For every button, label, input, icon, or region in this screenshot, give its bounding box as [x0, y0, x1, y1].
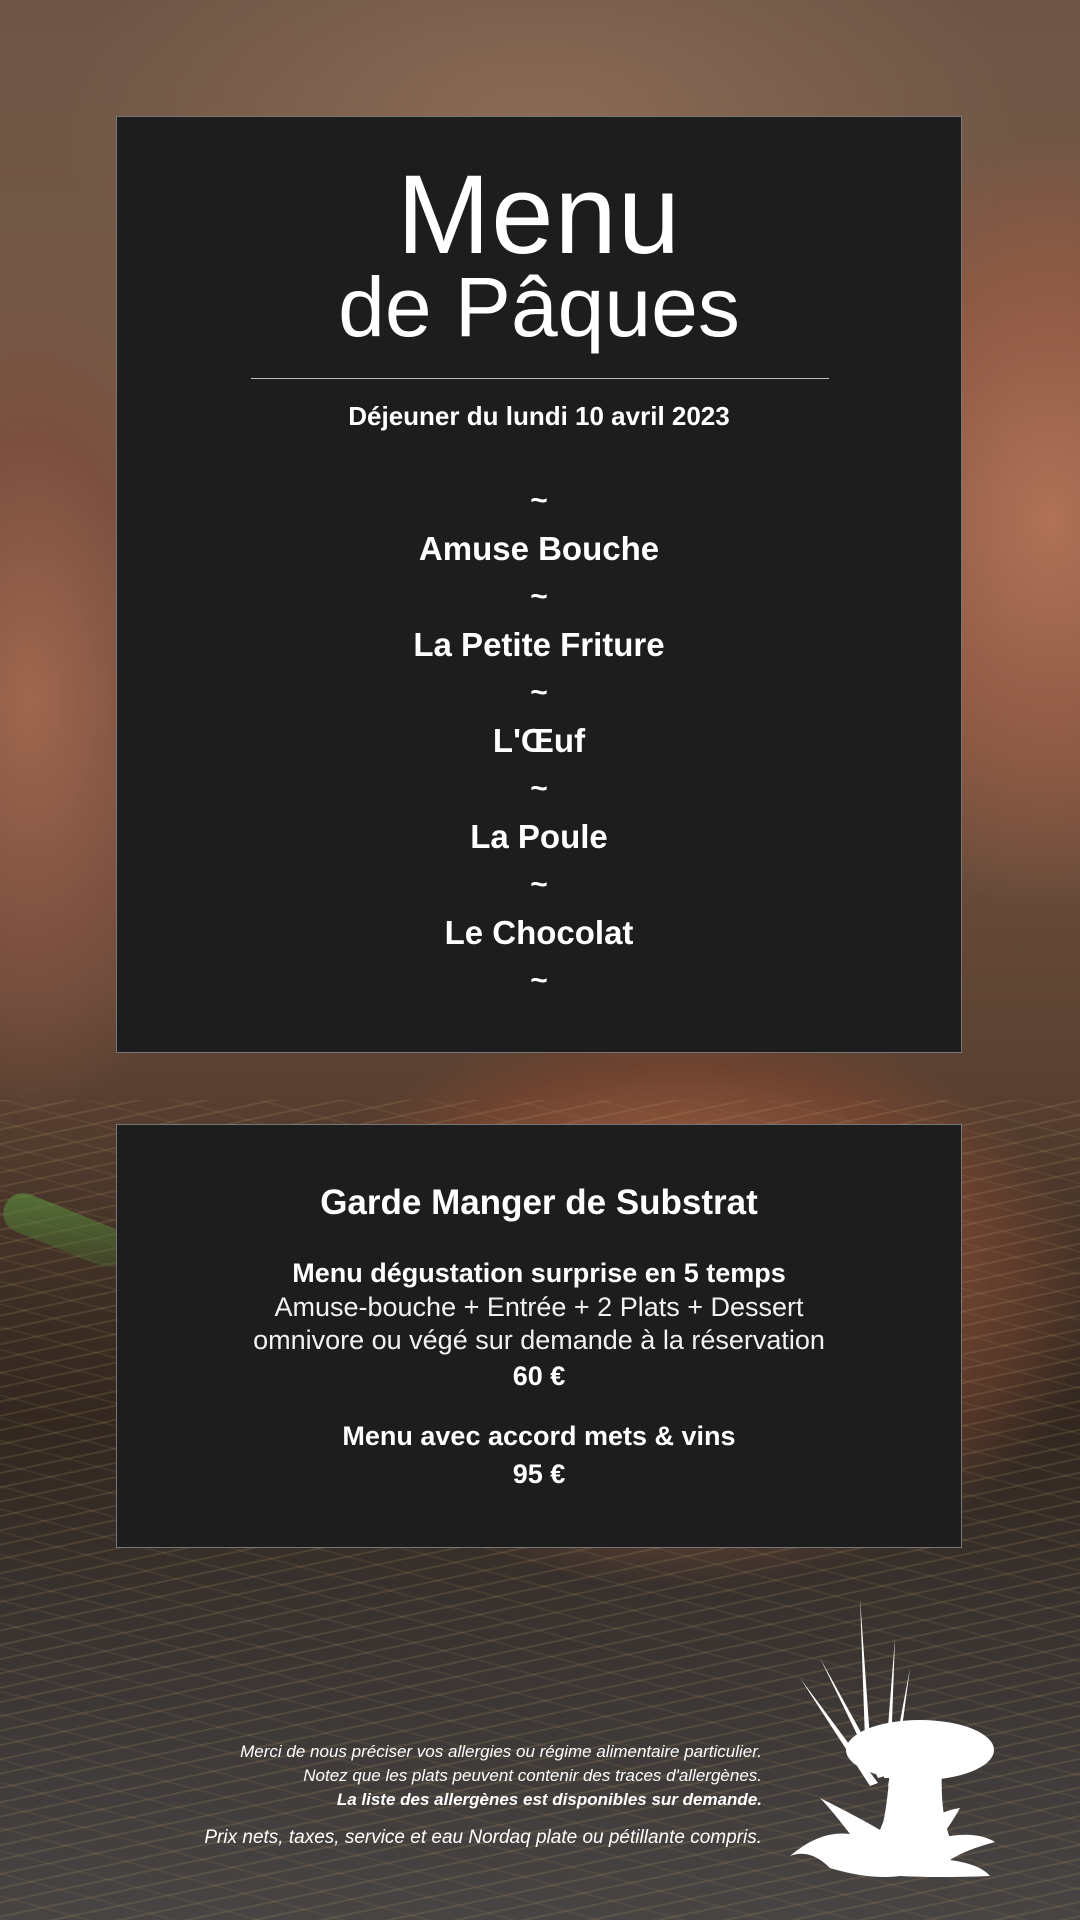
menu-card: Menu de Pâques Déjeuner du lundi 10 avri…	[116, 116, 962, 1053]
tasting-detail: Amuse-bouche + Entrée + 2 Plats + Desser…	[274, 1292, 804, 1322]
pairing-heading: Menu avec accord mets & vins	[342, 1421, 736, 1451]
course-item: La Poule	[470, 818, 608, 855]
course-separator: ~	[530, 484, 548, 517]
footer-notes: Merci de nous préciser vos allergies ou …	[204, 1740, 762, 1850]
event-date: Déjeuner du lundi 10 avril 2023	[348, 401, 730, 431]
course-separator: ~	[530, 676, 548, 709]
tasting-price: 60 €	[512, 1361, 566, 1391]
course-separator: ~	[530, 772, 548, 805]
course-item: L'Œuf	[492, 722, 586, 759]
course-item: Amuse Bouche	[418, 530, 660, 567]
allergen-traces-note: Notez que les plats peuvent contenir des…	[303, 1766, 762, 1785]
course-item: Le Chocolat	[444, 914, 634, 951]
pairing-price: 95 €	[512, 1459, 566, 1489]
menu-subtitle: de Pâques	[338, 260, 740, 354]
course-separator: ~	[530, 580, 548, 613]
tasting-heading: Menu dégustation surprise en 5 temps	[292, 1258, 786, 1288]
menu-title: Menu	[396, 152, 682, 277]
course-item: La Petite Friture	[413, 626, 665, 663]
mushroom-grass-icon	[790, 1598, 995, 1877]
pricing-card: Garde Manger de Substrat Menu dégustatio…	[116, 1124, 962, 1548]
allergen-list-note: La liste des allergènes est disponibles …	[336, 1790, 762, 1809]
course-separator: ~	[530, 868, 548, 901]
price-note: Prix nets, taxes, service et eau Nordaq …	[204, 1827, 762, 1848]
course-list: ~ Amuse Bouche ~ La Petite Friture ~ L'Œ…	[117, 479, 961, 1003]
title-divider	[251, 378, 829, 379]
pricing-title: Garde Manger de Substrat	[320, 1183, 758, 1222]
course-separator: ~	[530, 964, 548, 997]
tasting-option: omnivore ou végé sur demande à la réserv…	[253, 1325, 825, 1355]
allergy-note: Merci de nous préciser vos allergies ou …	[240, 1742, 762, 1761]
